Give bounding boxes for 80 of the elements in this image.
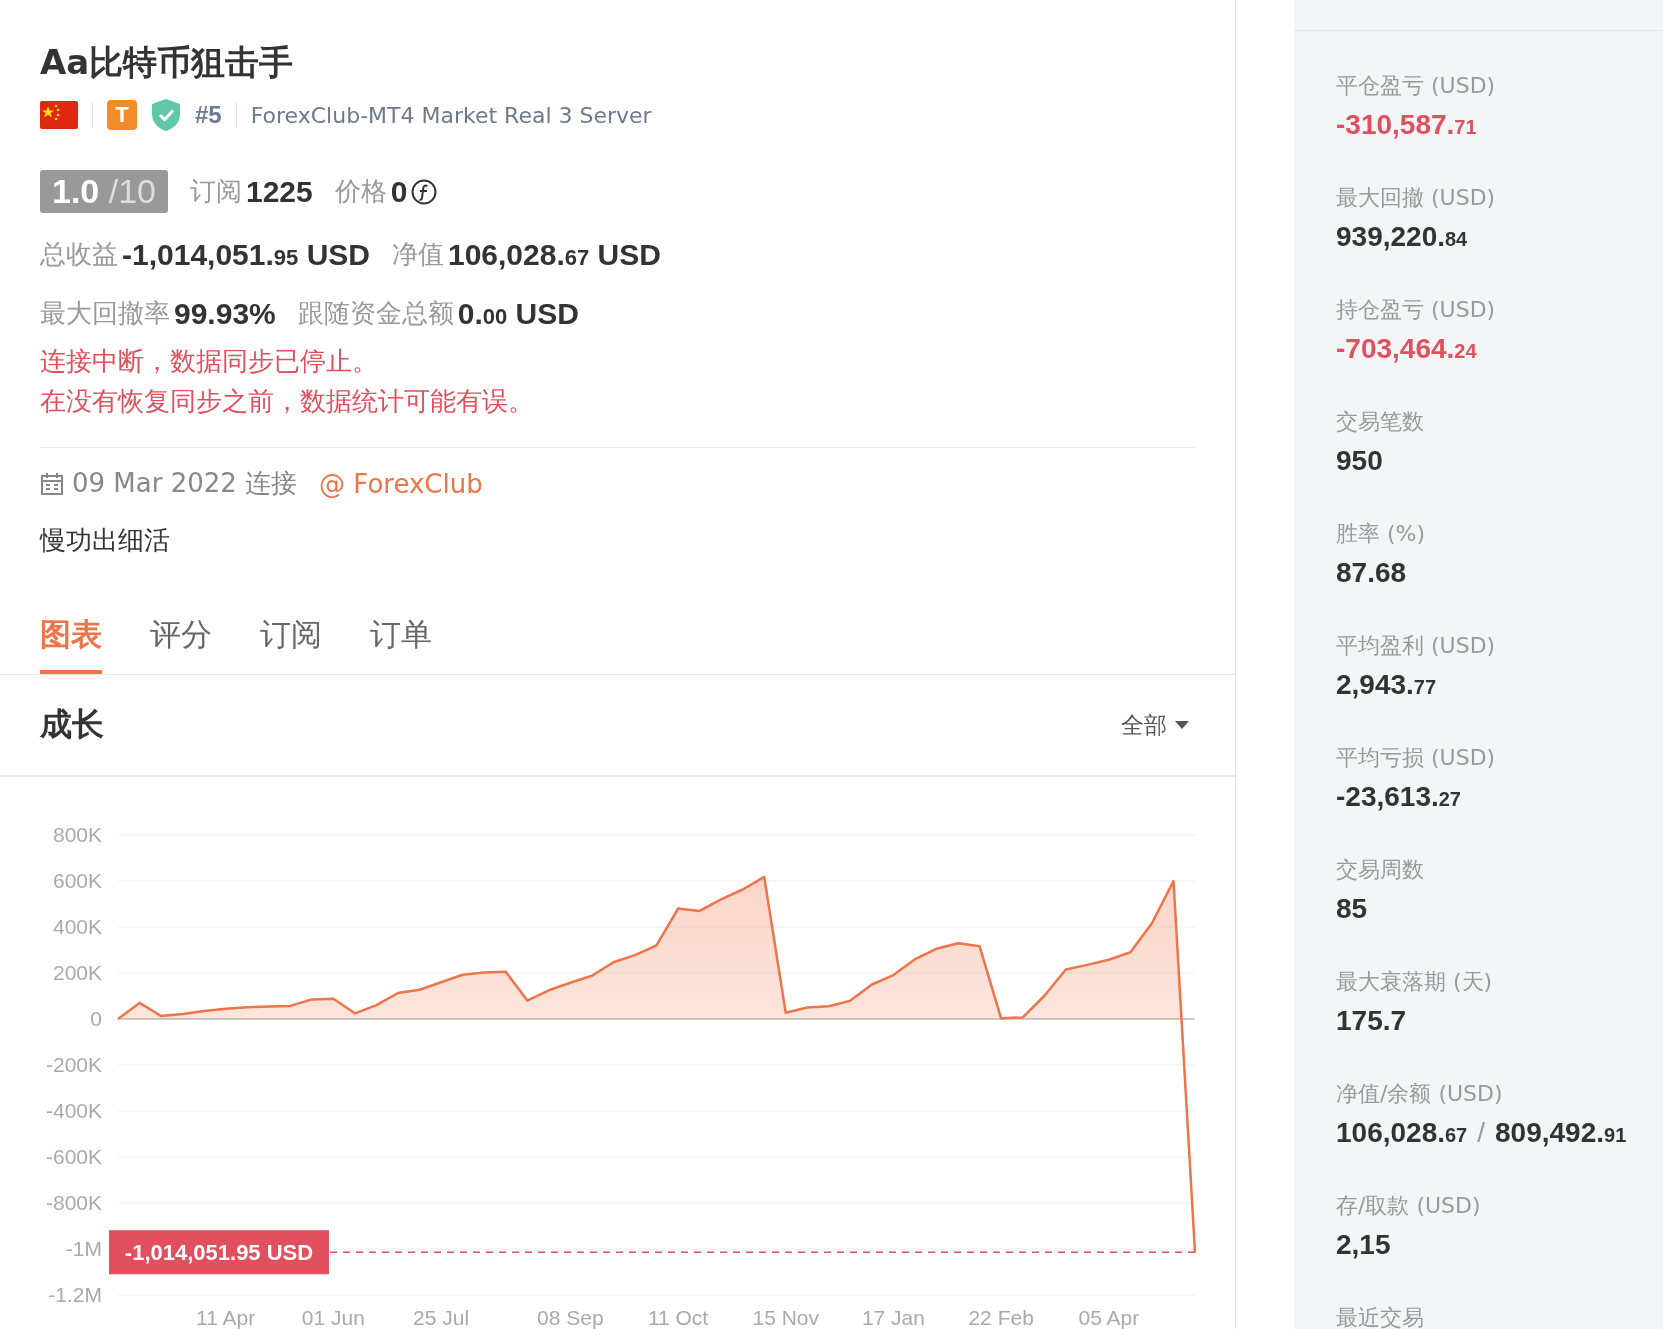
stat-label: 最大回撤 (USD)	[1336, 184, 1496, 212]
axis-label: 200K	[52, 961, 102, 984]
axis-label: 08 Sep	[537, 1306, 604, 1329]
stat-value: 809,492.91	[1495, 1117, 1627, 1149]
rating-score: 1.0 /10	[40, 170, 168, 213]
stat-value: 2,15	[1336, 1229, 1391, 1261]
stat-value: -23,613.27	[1336, 781, 1461, 813]
axis-label: 17 Jan	[861, 1306, 925, 1329]
stat-label: 最近交易	[1336, 1304, 1424, 1329]
calendar-icon	[40, 471, 64, 496]
stat-label: 价格	[334, 175, 387, 208]
value-badge: -1,014,051.95 USD	[109, 1230, 329, 1275]
stat-label: 最大回撤率	[40, 297, 170, 330]
stat-value: 0.00 USD	[457, 296, 579, 331]
stat-label: 最大衰落期 (天)	[1336, 968, 1493, 996]
stat-label: 交易笔数	[1336, 408, 1424, 436]
trader-badge: T	[107, 100, 137, 130]
stat-value: 175.7	[1336, 1005, 1407, 1037]
stat-label: 平仓盈亏 (USD)	[1336, 72, 1496, 100]
stat-value: 99.93%	[174, 296, 276, 331]
axis-label: 25 Jul	[413, 1306, 470, 1329]
tab[interactable]: 图表	[40, 614, 102, 674]
flag-icon	[40, 101, 78, 129]
stat-value: 2,943.77	[1336, 669, 1437, 701]
broker-link[interactable]: @ ForexClub	[319, 468, 483, 499]
stat-label: 订阅	[190, 175, 242, 208]
warning-text: 在没有恢复同步之前，数据统计可能有误。	[40, 386, 534, 416]
description: 慢功出细活	[40, 524, 170, 557]
section-title: 成长	[40, 704, 104, 745]
axis-label: -400K	[45, 1099, 102, 1122]
stat-label: 总收益	[40, 238, 118, 271]
axis-label: 0	[90, 1007, 102, 1030]
annotation: -1,014,051.95 USD	[124, 1240, 314, 1266]
axis-label: 400K	[52, 915, 102, 938]
stat-value: 106,028.67 USD	[447, 237, 661, 272]
coin-icon	[411, 178, 438, 205]
tab[interactable]: 订阅	[260, 614, 322, 674]
rank-text: #5	[195, 101, 222, 129]
axis-label: -1.2M	[48, 1283, 102, 1306]
stat-label: 胜率 (%)	[1336, 520, 1426, 548]
stat-value: 0	[390, 174, 408, 209]
stat-label: 平均亏损 (USD)	[1336, 744, 1496, 772]
trader-name: Aa比特币狙击手	[40, 41, 294, 84]
axis-label: 600K	[52, 869, 102, 892]
stat-value: 85	[1336, 893, 1368, 925]
axis-label: 800K	[52, 823, 102, 846]
axis-label: 22 Feb	[968, 1306, 1034, 1329]
separator: /	[1477, 1117, 1486, 1149]
stat-value: -310,587.71	[1336, 109, 1477, 141]
axis-label: 01 Jun	[301, 1306, 365, 1329]
shield-check-icon	[151, 98, 181, 132]
stat-label: 跟随资金总额	[297, 297, 454, 330]
stat-label: 存/取款 (USD)	[1336, 1192, 1481, 1220]
stat-value: 939,220.84	[1336, 221, 1468, 253]
stat-value: -1,014,051.95 USD	[122, 237, 370, 272]
axis-label: -1M	[65, 1237, 102, 1260]
axis-label: -200K	[45, 1053, 102, 1076]
tab[interactable]: 评分	[150, 614, 212, 674]
stat-label: 净值	[391, 238, 444, 271]
connected-date: 09 Mar 2022 连接	[72, 467, 298, 500]
stat-value: 106,028.67	[1336, 1117, 1468, 1149]
warning-text: 连接中断，数据同步已停止。	[40, 346, 378, 376]
stat-label: 持仓盈亏 (USD)	[1336, 296, 1496, 324]
stat-label: 交易周数	[1336, 856, 1424, 884]
axis-label: -800K	[45, 1191, 102, 1214]
stat-value: 1225	[246, 174, 313, 209]
caret-icon	[1175, 720, 1189, 730]
stat-value: -703,464.24	[1336, 333, 1477, 365]
axis-label: 11 Apr	[196, 1306, 256, 1329]
stat-value: 87.68	[1336, 557, 1407, 589]
tab[interactable]: 订单	[370, 614, 432, 674]
range-dropdown[interactable]: 全部	[1115, 708, 1195, 742]
stat-value: 950	[1336, 445, 1383, 477]
axis-label: 15 Nov	[752, 1306, 819, 1329]
server-name: ForexClub-MT4 Market Real 3 Server	[250, 102, 652, 128]
axis-label: 05 Apr	[1078, 1306, 1140, 1329]
stat-label: 平均盈利 (USD)	[1336, 632, 1496, 660]
axis-label: -600K	[45, 1145, 102, 1168]
axis-label: 11 Oct	[647, 1306, 709, 1329]
stat-label: 净值/余额 (USD)	[1336, 1080, 1503, 1108]
